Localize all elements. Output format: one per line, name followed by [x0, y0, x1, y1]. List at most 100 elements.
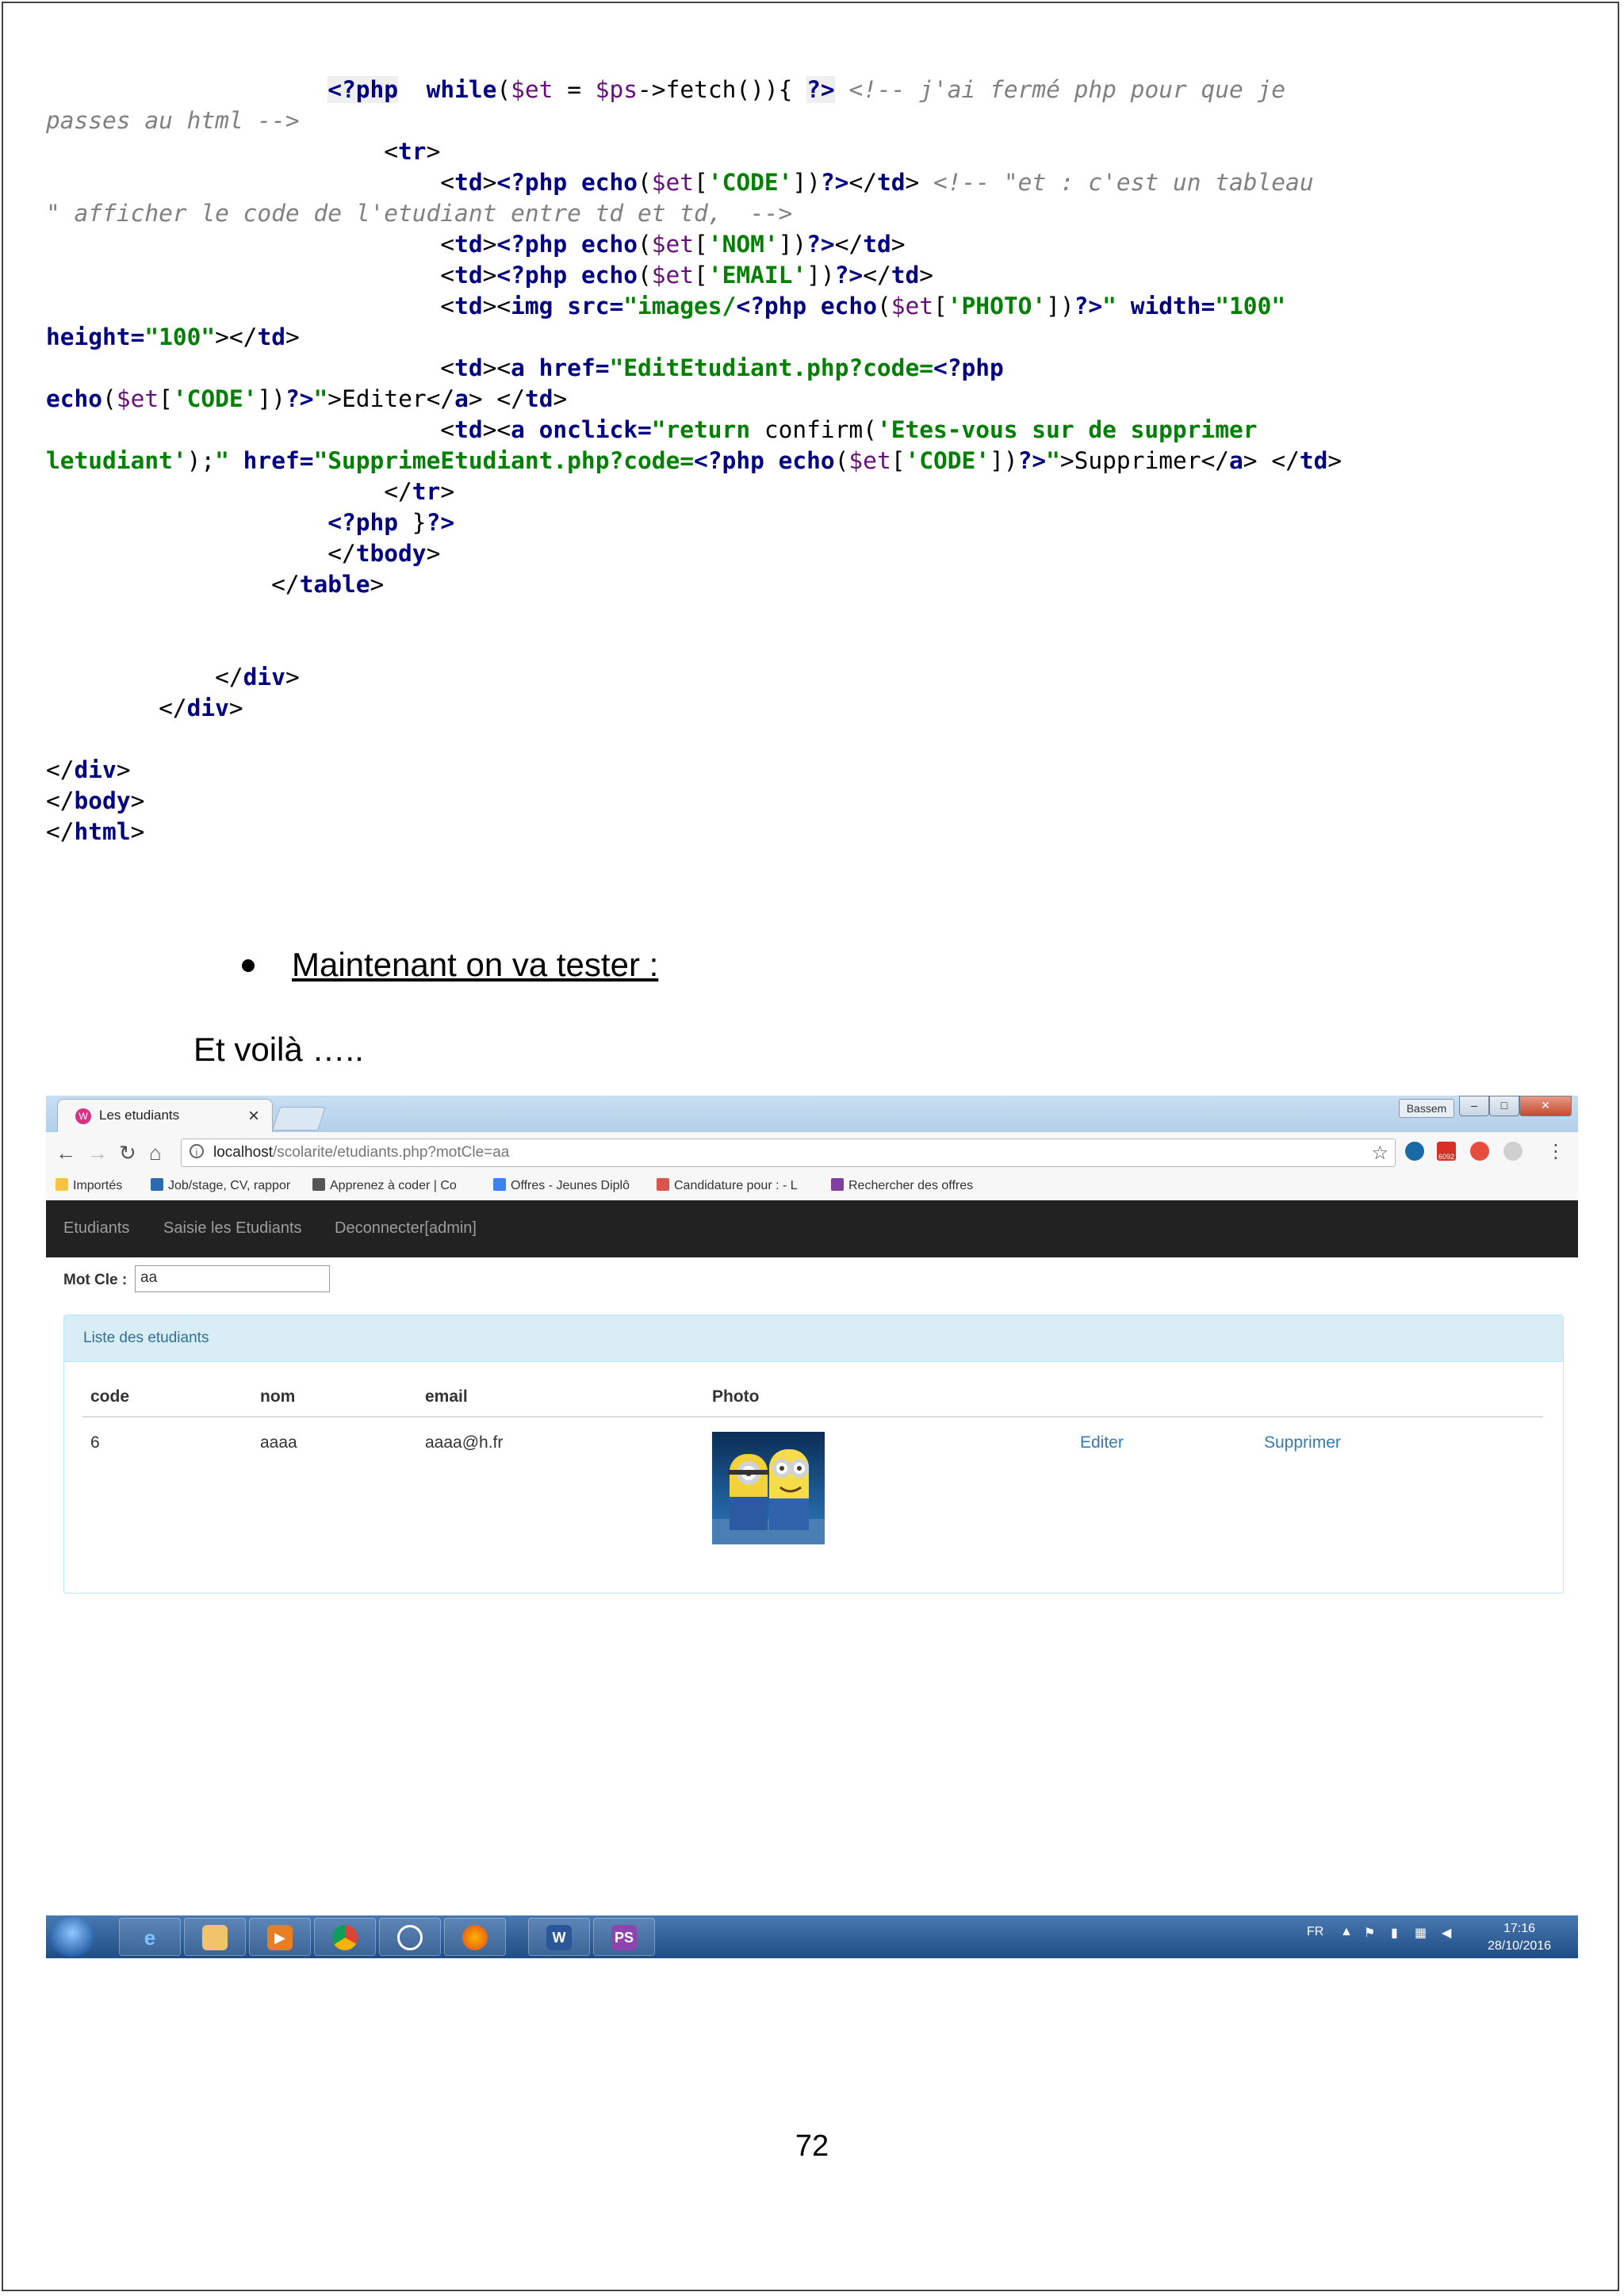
code-token: td [454, 293, 483, 320]
nav-etudiants[interactable]: Etudiants [63, 1219, 129, 1238]
code-token: div [186, 695, 229, 721]
taskbar-explorer[interactable] [184, 1918, 246, 1956]
taskbar-word[interactable]: W [528, 1918, 590, 1956]
network-icon[interactable]: ▦ [1415, 1925, 1427, 1941]
delete-link[interactable]: Supprimer [1264, 1433, 1341, 1452]
home-icon[interactable]: ⌂ [149, 1141, 162, 1165]
volume-icon[interactable]: ◀ [1442, 1925, 1451, 1941]
bookmark-icon [657, 1178, 669, 1191]
bookmark-item[interactable]: Rechercher des offres [831, 1178, 973, 1193]
code-token: a [511, 354, 525, 381]
extension-icon[interactable] [1503, 1142, 1522, 1161]
gmail-icon[interactable]: 6092 [1437, 1142, 1456, 1161]
bookmark-item[interactable]: Offres - Jeunes Diplô [493, 1178, 630, 1193]
battery-icon[interactable]: ▮ [1391, 1925, 1398, 1941]
code-token: > [919, 262, 934, 289]
blocker-extension-icon[interactable] [1470, 1142, 1489, 1161]
bookmark-item[interactable]: Candidature pour : - L [657, 1178, 798, 1193]
code-token: height= [46, 323, 145, 350]
new-tab-button[interactable] [272, 1107, 326, 1131]
maximize-icon[interactable]: □ [1489, 1096, 1519, 1116]
code-token: echo [820, 293, 877, 320]
bookmark-label: Importés [73, 1179, 123, 1192]
code-token: [ [694, 262, 708, 289]
back-arrow-icon[interactable]: ← [56, 1141, 76, 1165]
phpstorm-icon: PS [611, 1925, 637, 1950]
code-token: width= [1130, 293, 1216, 320]
code-token: </ [834, 231, 864, 258]
code-token: [ [694, 231, 708, 258]
close-tab-icon[interactable]: × [248, 1105, 259, 1127]
bookmark-item[interactable]: Job/stage, CV, rappor [151, 1178, 290, 1193]
menu-kebab-icon[interactable]: ⋮ [1546, 1140, 1565, 1163]
code-token: [ [933, 293, 948, 320]
code-token: href= [243, 447, 314, 474]
address-bar[interactable]: i localhost/scolarite/etudiants.php?motC… [181, 1138, 1396, 1167]
bookmark-item[interactable]: Importés [56, 1178, 122, 1193]
bookmark-star-icon[interactable]: ☆ [1371, 1142, 1388, 1165]
code-token: 'Etes-vous sur de supprimer [876, 416, 1258, 443]
code-token: $et [116, 385, 159, 412]
code-token: while [426, 76, 497, 103]
info-icon[interactable]: i [190, 1144, 204, 1158]
code-listing: <?php while($et = $ps->fetch()){ ?> <!--… [46, 75, 1584, 848]
code-token: >Editer</ [327, 385, 455, 412]
code-token: > [891, 231, 906, 258]
bookmark-icon [151, 1178, 163, 1191]
system-clock[interactable]: 17:16 28/10/2016 [1481, 1920, 1557, 1955]
nav-saisie-etudiants[interactable]: Saisie les Etudiants [163, 1219, 302, 1238]
code-token: <?php [694, 447, 764, 474]
code-line: </tbody> [46, 538, 1584, 569]
code-token: ?> [1074, 293, 1103, 320]
code-token: = [553, 76, 596, 103]
code-token: ( [102, 385, 117, 412]
start-button[interactable] [49, 1917, 95, 1957]
browser-tab[interactable]: W Les etudiants × [57, 1099, 273, 1133]
edit-link[interactable]: Editer [1080, 1433, 1124, 1452]
taskbar-chrome[interactable] [314, 1918, 376, 1956]
clock-date: 28/10/2016 [1487, 1939, 1552, 1953]
code-token: < [440, 231, 455, 258]
taskbar-app[interactable] [379, 1918, 441, 1956]
profile-chip[interactable]: Bassem [1399, 1099, 1454, 1118]
code-token: 'PHOTO' [947, 293, 1047, 320]
reload-icon[interactable]: ↻ [119, 1141, 136, 1165]
search-label: Mot Cle : [63, 1272, 128, 1288]
forward-arrow-icon[interactable]: → [87, 1141, 108, 1165]
word-icon: W [546, 1925, 572, 1950]
code-token: html [74, 818, 131, 845]
code-token: < [440, 416, 455, 443]
code-token: 'CODE' [172, 385, 258, 412]
taskbar-media[interactable]: ▶ [249, 1918, 311, 1956]
globe-extension-icon[interactable] [1405, 1142, 1424, 1161]
show-hidden-icons-icon[interactable]: ▲ [1340, 1925, 1353, 1939]
code-token: body [74, 787, 131, 814]
code-token: > [130, 787, 145, 814]
media-player-icon: ▶ [267, 1925, 293, 1950]
taskbar-ie[interactable]: e [119, 1918, 181, 1956]
code-token: td [876, 169, 906, 196]
taskbar-firefox[interactable] [444, 1918, 506, 1956]
url-text: localhost/scolarite/etudiants.php?motCle… [213, 1144, 509, 1161]
bookmark-icon [831, 1178, 844, 1191]
language-indicator[interactable]: FR [1307, 1925, 1323, 1939]
code-token: $et [891, 293, 934, 320]
close-window-icon[interactable]: ✕ [1519, 1096, 1572, 1116]
code-token: echo [580, 262, 638, 289]
bookmark-item[interactable]: Apprenez à coder | Co [312, 1178, 457, 1193]
code-token: table [299, 571, 370, 598]
code-token: ?> [806, 231, 835, 258]
code-token: > [370, 571, 385, 598]
action-center-flag-icon[interactable]: ⚑ [1364, 1925, 1375, 1941]
code-token: "SupprimeEtudiant.php?code= [313, 447, 695, 474]
bookmarks-bar: Importés Job/stage, CV, rappor Apprenez à … [46, 1172, 1578, 1201]
nav-deconnecter[interactable]: Deconnecter[admin] [335, 1219, 477, 1238]
search-input[interactable]: aa [135, 1265, 330, 1292]
minimize-icon[interactable]: – [1459, 1096, 1489, 1116]
code-token: "images/ [623, 293, 737, 320]
window-controls: – □ ✕ [1459, 1096, 1572, 1116]
taskbar-phpstorm[interactable]: PS [593, 1918, 655, 1956]
